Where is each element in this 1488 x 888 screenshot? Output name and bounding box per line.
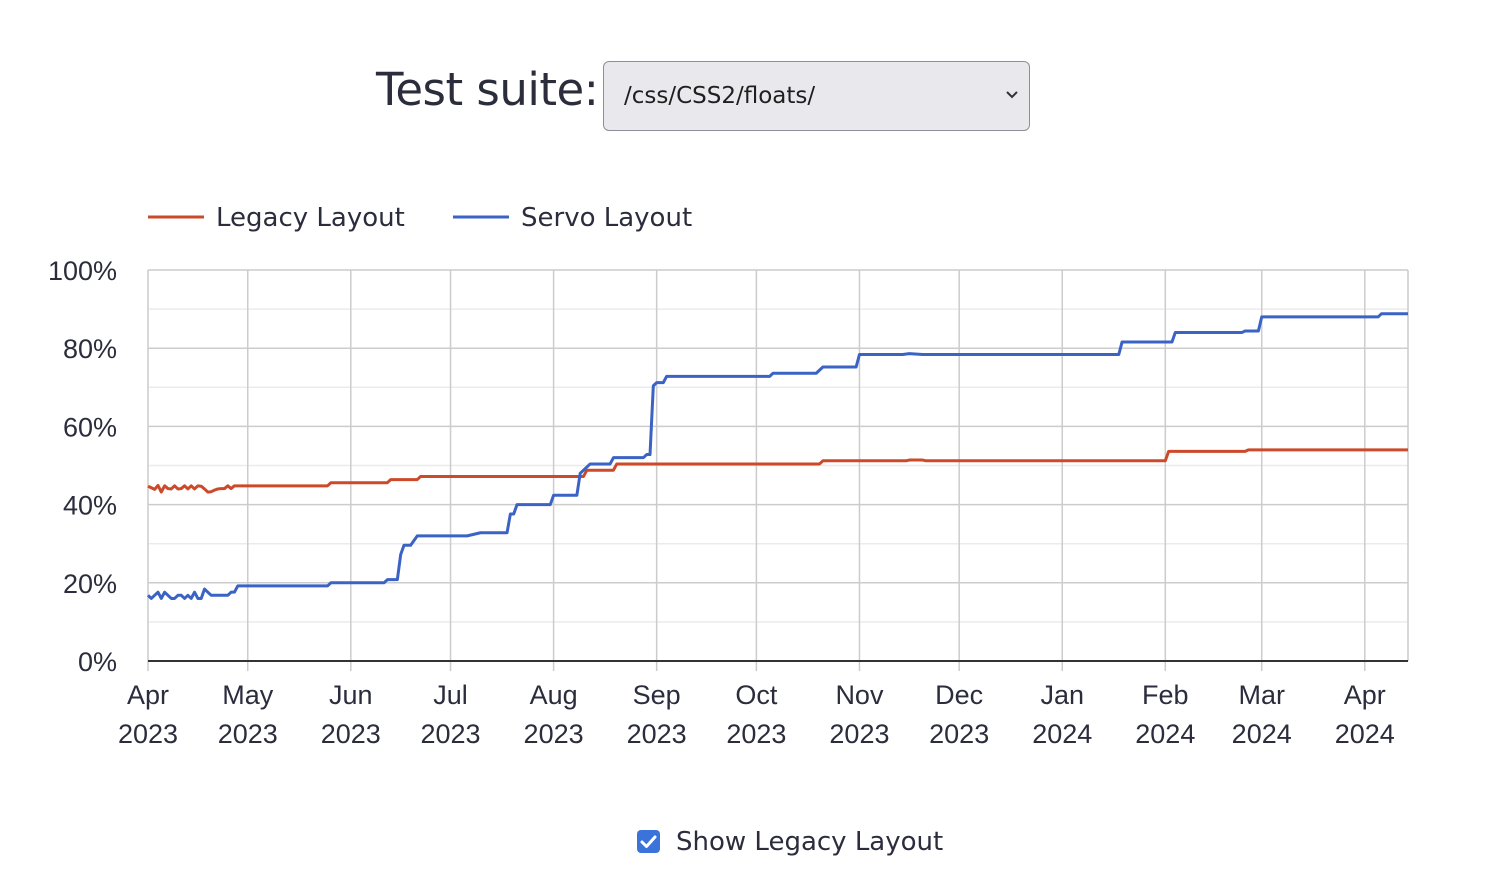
checkmark-icon — [640, 835, 657, 848]
x-tick-label-month: May — [222, 680, 274, 710]
x-tick-label-year: 2023 — [726, 719, 786, 749]
x-tick-label-month: Oct — [735, 680, 778, 710]
x-tick-label-year: 2023 — [118, 719, 178, 749]
x-tick-label-month: Jan — [1040, 680, 1084, 710]
x-tick-label-year: 2023 — [524, 719, 584, 749]
legacy-layout-line — [147, 448, 1408, 494]
x-tick-label-year: 2023 — [218, 719, 278, 749]
show-legacy-layout-label: Show Legacy Layout — [676, 827, 944, 857]
y-tick-label: 100% — [48, 256, 117, 286]
test-suite-selected-value: /css/CSS2/floats/ — [624, 83, 816, 109]
show-legacy-layout-toggle[interactable]: Show Legacy Layout — [637, 824, 967, 860]
legend-label-legacy-layout: Legacy Layout — [216, 203, 405, 233]
x-tick-label-month: Apr — [127, 680, 169, 710]
x-tick-label-year: 2024 — [1335, 719, 1395, 749]
test-suite-label: Test suite: — [376, 63, 599, 116]
y-tick-label: 80% — [63, 334, 117, 364]
x-tick-label-year: 2023 — [829, 719, 889, 749]
x-tick-label-month: Sep — [633, 680, 681, 710]
x-tick-label-month: Feb — [1142, 680, 1189, 710]
y-tick-label: 60% — [63, 412, 117, 442]
y-tick-label: 20% — [63, 569, 117, 599]
progress-chart: 0% 20% 40% 60% 80% 100% Apr 2023 May 2023 Jun 2023 J… — [48, 203, 1409, 749]
test-suite-select[interactable]: /css/CSS2/floats/ — [603, 61, 1030, 131]
x-tick-label-year: 2023 — [420, 719, 480, 749]
legend-label-servo-layout: Servo Layout — [521, 203, 692, 233]
x-tick-label-year: 2024 — [1032, 719, 1092, 749]
x-tick-label-month: Dec — [935, 680, 983, 710]
y-tick-label: 40% — [63, 491, 117, 521]
x-tick-label-month: Mar — [1238, 680, 1285, 710]
x-tick-label-year: 2024 — [1232, 719, 1292, 749]
chevron-down-icon — [1006, 91, 1018, 99]
x-tick-label-month: Jul — [433, 680, 468, 710]
x-tick-label-month: Jun — [329, 680, 373, 710]
y-tick-label: 0% — [78, 647, 117, 677]
servo-layout-line — [146, 312, 1408, 600]
show-legacy-layout-checkbox[interactable] — [637, 830, 660, 853]
x-tick-label-year: 2023 — [627, 719, 687, 749]
x-tick-label-month: Nov — [835, 680, 884, 710]
x-tick-label-year: 2023 — [929, 719, 989, 749]
test-suite-row: Test suite: /css/CSS2/floats/ — [0, 60, 1488, 136]
x-tick-label-month: Aug — [530, 680, 578, 710]
x-tick-label-month: Apr — [1344, 680, 1386, 710]
x-tick-label-year: 2024 — [1135, 719, 1195, 749]
x-tick-label-year: 2023 — [321, 719, 381, 749]
